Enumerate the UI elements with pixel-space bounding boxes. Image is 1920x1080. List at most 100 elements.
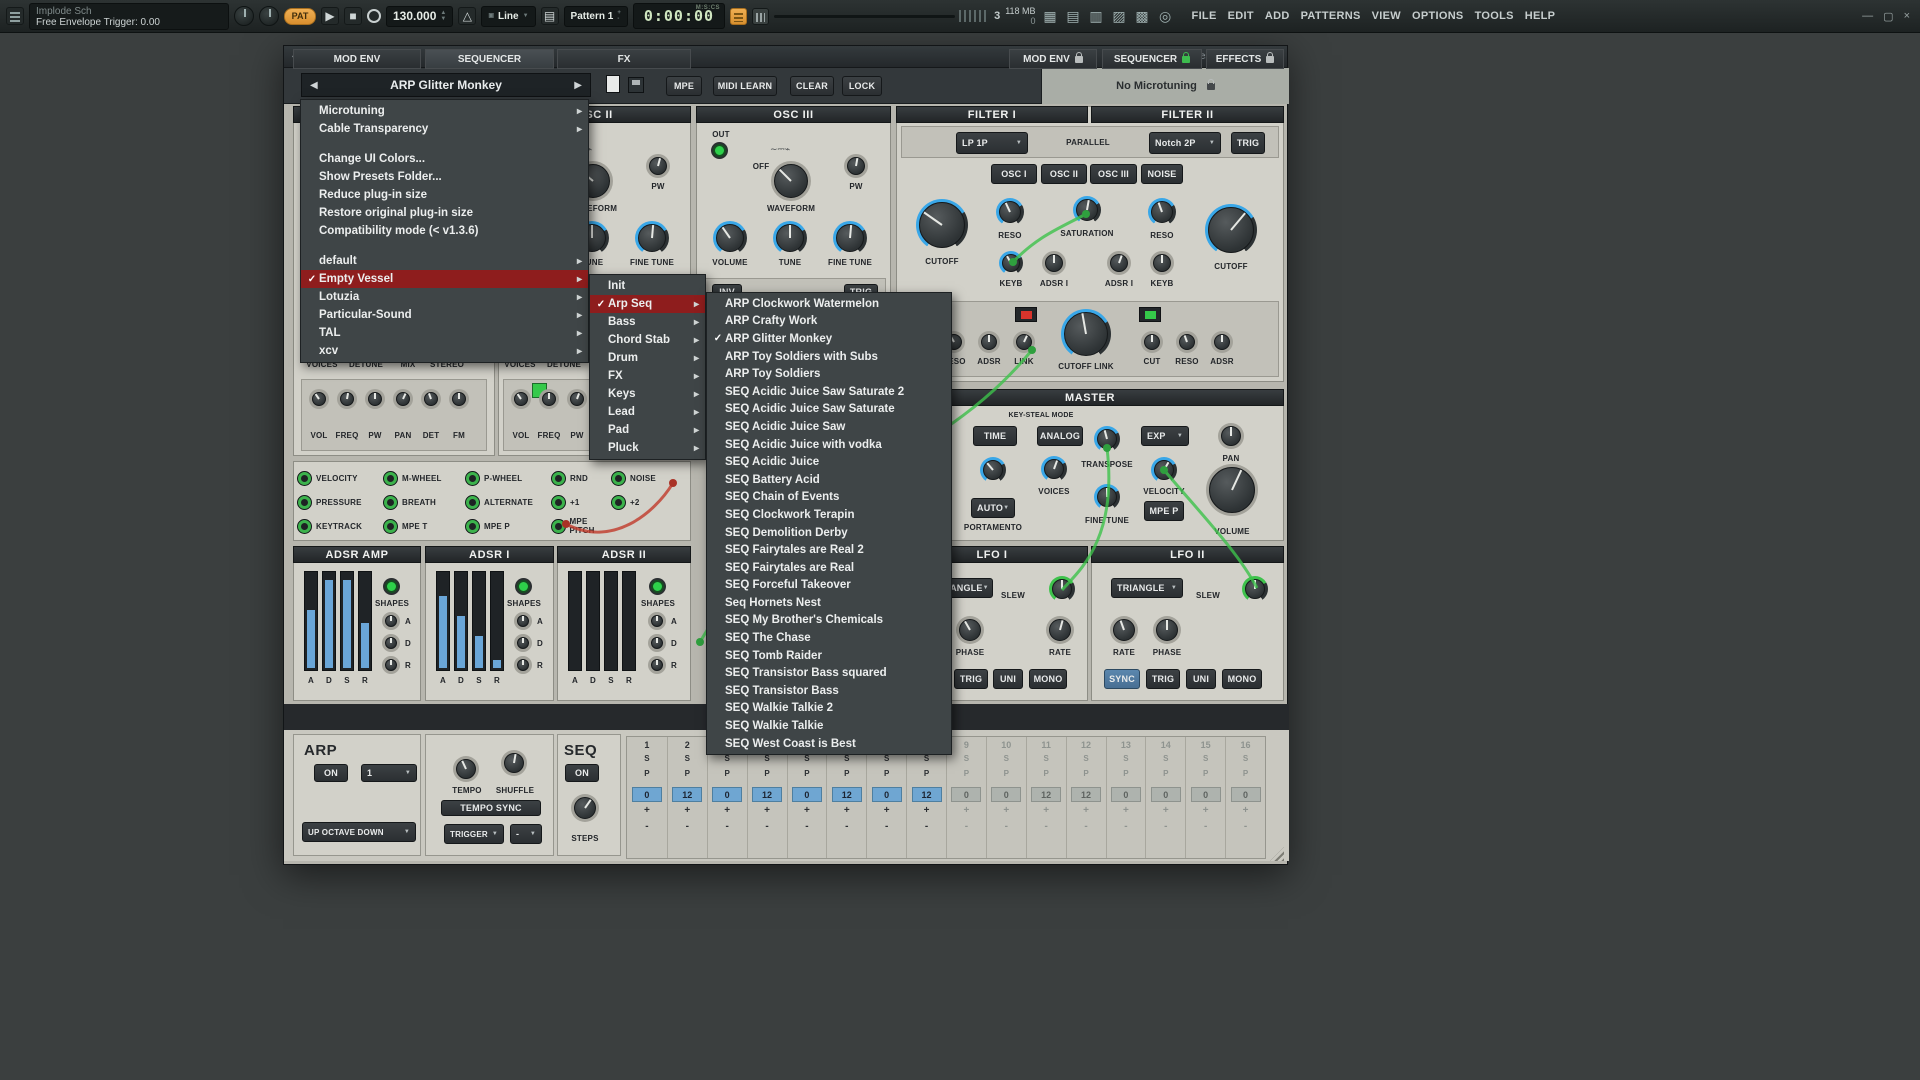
step-decrement-button[interactable]: - xyxy=(925,821,928,837)
step-decrement-button[interactable]: - xyxy=(1244,821,1247,837)
step-increment-button[interactable]: + xyxy=(1043,805,1049,821)
step-p-button[interactable]: P xyxy=(1083,769,1088,784)
filter-input-osc3-button[interactable]: OSC III xyxy=(1090,164,1137,184)
stop-button[interactable]: ■ xyxy=(344,7,362,25)
typing-keyboard-icon[interactable]: ▤ xyxy=(541,7,559,25)
step-value[interactable]: 12 xyxy=(912,787,942,802)
record-button[interactable] xyxy=(367,9,381,23)
arp-octaves-dropdown[interactable]: 1▼ xyxy=(361,764,417,782)
clear-button[interactable]: CLEAR xyxy=(790,76,834,96)
step-p-button[interactable]: P xyxy=(685,769,690,784)
step-s-button[interactable]: S xyxy=(844,754,849,769)
playlist-window-icon[interactable]: ▦ xyxy=(1041,8,1060,25)
step-decrement-button[interactable]: - xyxy=(1124,821,1127,837)
adsr-amp-shape-a-knob[interactable] xyxy=(382,612,400,630)
adsr-amp-a-slider[interactable] xyxy=(304,571,318,671)
browser-window-icon[interactable]: ▩ xyxy=(1133,8,1152,25)
voices-knob[interactable] xyxy=(1041,456,1067,482)
adsr2-led[interactable] xyxy=(651,580,664,593)
step-p-button[interactable]: P xyxy=(644,769,649,784)
master-finetune-knob[interactable] xyxy=(1094,484,1120,510)
step-p-button[interactable]: P xyxy=(964,769,969,784)
preset-next-arrow-icon[interactable]: ▶ xyxy=(574,80,582,91)
step-s-button[interactable]: S xyxy=(685,754,690,769)
menu-item-seq-fairytales-are-real[interactable]: SEQ Fairytales are Real xyxy=(707,559,951,577)
mod-source-led[interactable] xyxy=(384,520,397,533)
adsr-amp-d-slider[interactable] xyxy=(322,571,336,671)
mod-source-led[interactable] xyxy=(384,472,397,485)
master-analog-button[interactable]: ANALOG xyxy=(1037,426,1083,446)
step-increment-button[interactable]: + xyxy=(1203,805,1209,821)
step-value[interactable]: 12 xyxy=(1071,787,1101,802)
menu-item-seq-forceful-takeover[interactable]: SEQ Forceful Takeover xyxy=(707,577,951,595)
step-value[interactable]: 0 xyxy=(951,787,981,802)
step-editor-icon[interactable] xyxy=(6,7,24,25)
menu-item-seq-battery-acid[interactable]: SEQ Battery Acid xyxy=(707,471,951,489)
osc3-tune-knob[interactable] xyxy=(773,221,807,255)
steps-knob[interactable] xyxy=(571,794,599,822)
step-s-button[interactable]: S xyxy=(725,754,730,769)
menu-item-seq-acidic-juice-saw[interactable]: SEQ Acidic Juice Saw xyxy=(707,418,951,436)
menu-item-cable-transparency[interactable]: Cable Transparency▸ xyxy=(301,120,588,138)
menu-item-bass[interactable]: Bass▸ xyxy=(590,313,705,331)
step-p-button[interactable]: P xyxy=(1044,769,1049,784)
power-icon[interactable]: ◎ xyxy=(1156,8,1175,25)
lfo1-phase-knob[interactable] xyxy=(956,616,984,644)
step-decrement-button[interactable]: - xyxy=(1204,821,1207,837)
adsr1-shape-r-knob[interactable] xyxy=(514,656,532,674)
playlist-icon[interactable] xyxy=(752,8,769,25)
pan-knob[interactable] xyxy=(1218,423,1244,449)
menu-item-microtuning[interactable]: Microtuning▸ xyxy=(301,102,588,120)
step-decrement-button[interactable]: - xyxy=(1164,821,1167,837)
pattern-selector[interactable]: Pattern 1 +- xyxy=(564,6,628,27)
portamento-knob[interactable] xyxy=(980,457,1006,483)
filter-input-osc2-button[interactable]: OSC II xyxy=(1041,164,1087,184)
lfo2-slew-knob[interactable] xyxy=(1242,576,1268,602)
adsr-amp-shape-r-knob[interactable] xyxy=(382,656,400,674)
menu-options[interactable]: OPTIONS xyxy=(1412,10,1464,22)
seq-on-button[interactable]: ON xyxy=(565,764,599,782)
filter2-reso-knob[interactable] xyxy=(1148,198,1176,226)
mod-source-led[interactable] xyxy=(298,520,311,533)
mod-source-led[interactable] xyxy=(552,472,565,485)
filter1-adsr-knob[interactable] xyxy=(1042,251,1066,275)
filter1-link-toggle[interactable] xyxy=(1015,307,1037,322)
step-increment-button[interactable]: + xyxy=(684,805,690,821)
mod-source-led[interactable] xyxy=(552,520,565,533)
tempo-display[interactable]: 130.000 ▲▼ xyxy=(386,6,453,27)
menu-item-init[interactable]: Init xyxy=(590,277,705,295)
step-p-button[interactable]: P xyxy=(804,769,809,784)
step-s-button[interactable]: S xyxy=(964,754,969,769)
menu-view[interactable]: VIEW xyxy=(1372,10,1401,22)
step-decrement-button[interactable]: - xyxy=(765,821,768,837)
osc3-volume-knob[interactable] xyxy=(713,221,747,255)
osc3-out-led[interactable] xyxy=(713,144,726,157)
menu-item-arp-toy-soldiers-with-subs[interactable]: ARP Toy Soldiers with Subs xyxy=(707,348,951,366)
menu-item-seq-clockwork-terapin[interactable]: SEQ Clockwork Terapin xyxy=(707,506,951,524)
adsr-amp-s-slider[interactable] xyxy=(340,571,354,671)
piano-roll-icon[interactable] xyxy=(730,8,747,25)
cutoff-link-knob[interactable] xyxy=(1061,309,1111,359)
menu-item-seq-the-chase[interactable]: SEQ The Chase xyxy=(707,629,951,647)
step-value[interactable]: 0 xyxy=(991,787,1021,802)
menu-item-seq-chain-of-events[interactable]: SEQ Chain of Events xyxy=(707,489,951,507)
current-preset-name[interactable]: ARP Glitter Monkey xyxy=(390,78,502,92)
sequencer-lock-icon[interactable] xyxy=(1182,56,1190,63)
osc2-vol-knob[interactable] xyxy=(511,389,531,409)
menu-item-fx[interactable]: FX▸ xyxy=(590,367,705,385)
trigger-dropdown[interactable]: TRIGGER▼ xyxy=(444,824,504,844)
step-s-button[interactable]: S xyxy=(924,754,929,769)
osc2-finetune-knob[interactable] xyxy=(635,221,669,255)
menu-item-lotuzia[interactable]: Lotuzia▸ xyxy=(301,288,588,306)
mod-source-led[interactable] xyxy=(612,472,625,485)
menu-item-arp-glitter-monkey[interactable]: ✓ARP Glitter Monkey xyxy=(707,330,951,348)
osc2-pw-knob[interactable] xyxy=(646,154,670,178)
menu-item-seq-west-coast-is-best[interactable]: SEQ West Coast is Best xyxy=(707,735,951,753)
lfo2-sync-button[interactable]: SYNC xyxy=(1104,669,1140,689)
adsr2-shape-r-knob[interactable] xyxy=(648,656,666,674)
right-tab-mod-env[interactable]: MOD ENV xyxy=(1009,49,1097,69)
shuffle-slider[interactable] xyxy=(774,9,989,23)
step-s-button[interactable]: S xyxy=(764,754,769,769)
play-button[interactable]: ▶ xyxy=(321,7,339,25)
menu-item-seq-transistor-bass-squared[interactable]: SEQ Transistor Bass squared xyxy=(707,664,951,682)
